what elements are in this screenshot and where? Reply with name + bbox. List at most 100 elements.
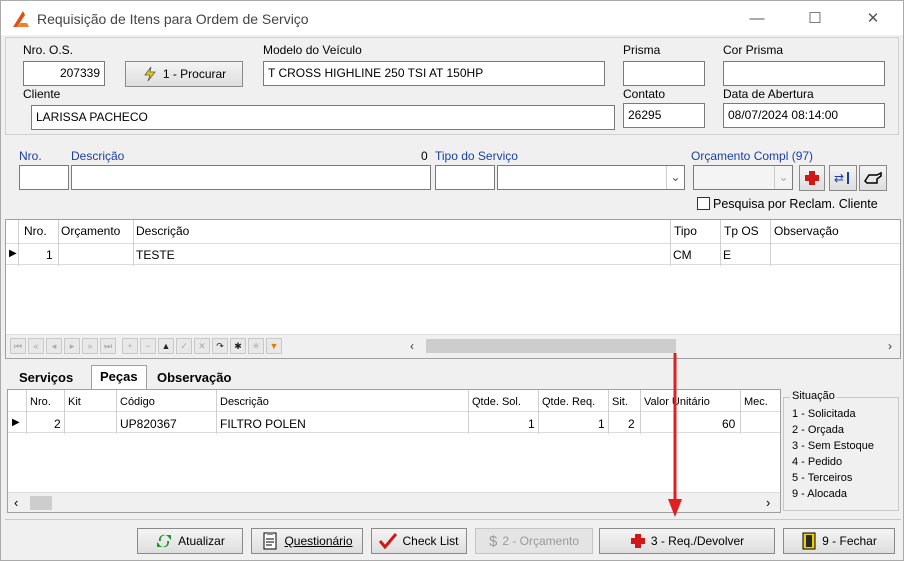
title-bar: Requisição de Itens para Ordem de Serviç…	[1, 1, 903, 35]
cell-descricao: FILTRO POLEN	[220, 417, 306, 431]
nav-refresh-icon[interactable]: ↷	[212, 338, 228, 354]
prisma-label: Prisma	[623, 43, 661, 57]
col-header[interactable]: Nro.	[30, 396, 51, 408]
nav-prior-icon[interactable]: ◂	[46, 338, 62, 354]
nav-next-icon[interactable]: ▸	[64, 338, 80, 354]
modelo-label: Modelo do Veículo	[263, 43, 362, 57]
service-count: 0	[421, 149, 428, 163]
service-nro-input[interactable]	[19, 165, 69, 190]
col-header[interactable]: Qtde. Sol.	[472, 396, 521, 408]
cliente-field[interactable]: LARISSA PACHECO	[31, 105, 615, 130]
col-header[interactable]: Tp OS	[724, 224, 759, 238]
scroll-left-icon[interactable]: ‹	[14, 495, 18, 510]
tab-pecas[interactable]: Peças	[91, 365, 147, 389]
maximize-button[interactable]: ☐	[795, 7, 835, 31]
col-header[interactable]: Observação	[774, 224, 839, 238]
col-header[interactable]: Descrição	[136, 224, 189, 238]
nav-asterisk-icon[interactable]: ✱	[230, 338, 246, 354]
col-header[interactable]: Código	[120, 396, 155, 408]
col-header[interactable]: Mec.	[744, 396, 768, 408]
tipo-servico-label: Tipo do Serviço	[435, 149, 518, 163]
cor-prisma-field[interactable]	[723, 61, 885, 86]
questionnaire-icon	[263, 532, 277, 550]
scroll-left-icon[interactable]: ‹	[410, 339, 414, 353]
scroll-right-icon[interactable]: ›	[766, 495, 770, 510]
service-descricao-input[interactable]	[71, 165, 431, 190]
req-devolver-button[interactable]: 3 - Req./Devolver	[599, 528, 775, 554]
fechar-button[interactable]: 9 - Fechar	[783, 528, 895, 554]
oil-can-button[interactable]	[859, 165, 887, 191]
nav-prior-page-icon[interactable]: «	[28, 338, 44, 354]
nav-first-icon[interactable]: ⏮	[10, 338, 26, 354]
services-grid-header: Nro. Orçamento Descrição Tipo Tp OS Obse…	[6, 220, 900, 244]
table-row[interactable]: ▶ 1 TESTE CM E	[6, 245, 900, 265]
scrollbar-thumb[interactable]	[30, 496, 52, 510]
cell-descricao: TESTE	[136, 248, 175, 262]
col-header[interactable]: Tipo	[674, 224, 697, 238]
contato-field[interactable]: 26295	[623, 103, 705, 128]
check-list-button[interactable]: Check List	[371, 528, 467, 554]
questionario-button[interactable]: Questionário	[251, 528, 363, 554]
exit-door-icon	[802, 532, 816, 550]
list-order-button[interactable]: ⇄	[829, 165, 857, 191]
req-devolver-label: 3 - Req./Devolver	[650, 534, 745, 548]
cell-sit: 2	[628, 417, 635, 431]
orcamento-compl-select[interactable]: ⌄	[693, 165, 793, 190]
col-header[interactable]: Kit	[68, 396, 81, 408]
close-button[interactable]: ✕	[853, 7, 893, 31]
filter-icon[interactable]: ▼	[266, 338, 282, 354]
col-header[interactable]: Nro.	[24, 224, 47, 238]
check-list-label: Check List	[402, 534, 459, 548]
prisma-field[interactable]	[623, 61, 705, 86]
col-header[interactable]: Qtde. Req.	[542, 396, 595, 408]
annotation-arrow-icon	[668, 353, 682, 517]
footer-divider	[5, 519, 901, 520]
chevron-down-icon: ⌄	[666, 166, 684, 189]
refresh-icon	[157, 534, 172, 548]
nav-asterisk2-icon[interactable]: ✳	[248, 338, 264, 354]
cor-prisma-label: Cor Prisma	[723, 43, 784, 57]
tab-strip: Serviços Peças Observação	[9, 365, 609, 389]
pesquisa-checkbox[interactable]	[697, 197, 710, 210]
chevron-down-icon: ⌄	[774, 166, 792, 189]
nav-cancel-icon[interactable]: ✕	[194, 338, 210, 354]
nav-insert-icon[interactable]: +	[122, 338, 138, 354]
col-header[interactable]: Descrição	[220, 396, 269, 408]
dollar-icon: $	[488, 532, 498, 550]
col-header[interactable]: Orçamento	[61, 224, 120, 238]
cell-qtde-req: 1	[598, 417, 605, 431]
grid-navigator: ⏮ « ◂ ▸ » ⏭ + − ▲ ✓ ✕ ↷ ✱ ✳ ▼ ‹ ›	[6, 334, 900, 358]
atualizar-label: Atualizar	[178, 534, 225, 548]
modelo-field[interactable]: T CROSS HIGHLINE 250 TSI AT 150HP	[263, 61, 605, 86]
nav-post-icon[interactable]: ✓	[176, 338, 192, 354]
lightning-icon	[144, 66, 156, 82]
scroll-right-icon[interactable]: ›	[888, 339, 892, 353]
nav-last-icon[interactable]: ⏭	[100, 338, 116, 354]
svg-text:⇄: ⇄	[834, 171, 844, 185]
tipo-servico-select[interactable]: ⌄	[497, 165, 685, 190]
atualizar-button[interactable]: Atualizar	[137, 528, 243, 554]
cell-tipo: CM	[673, 248, 692, 262]
cell-codigo: UP820367	[120, 417, 177, 431]
nav-next-page-icon[interactable]: »	[82, 338, 98, 354]
minimize-button[interactable]: —	[737, 7, 777, 31]
col-header[interactable]: Sit.	[612, 396, 628, 408]
add-service-button[interactable]	[799, 165, 825, 191]
fechar-label: 9 - Fechar	[822, 534, 877, 548]
cell-tp-os: E	[723, 248, 732, 262]
os-number-field[interactable]: 207339	[23, 61, 105, 86]
horizontal-scrollbar-thumb[interactable]	[426, 339, 676, 353]
tab-servicos[interactable]: Serviços	[11, 367, 81, 389]
app-logo-icon	[13, 11, 29, 27]
procurar-button[interactable]: 1 - Procurar	[125, 61, 243, 87]
red-cross-icon	[630, 534, 645, 548]
cell-nro: 1	[46, 248, 53, 262]
nav-up-icon[interactable]: ▲	[158, 338, 174, 354]
pesquisa-label: Pesquisa por Reclam. Cliente	[713, 197, 878, 211]
orcamento-button[interactable]: $ 2 - Orçamento	[475, 528, 593, 554]
abertura-field[interactable]: 08/07/2024 08:14:00	[723, 103, 885, 128]
tab-observacao[interactable]: Observação	[149, 367, 239, 389]
service-nro-label: Nro.	[19, 149, 42, 163]
nav-delete-icon[interactable]: −	[140, 338, 156, 354]
tipo-servico-code-input[interactable]	[435, 165, 495, 190]
